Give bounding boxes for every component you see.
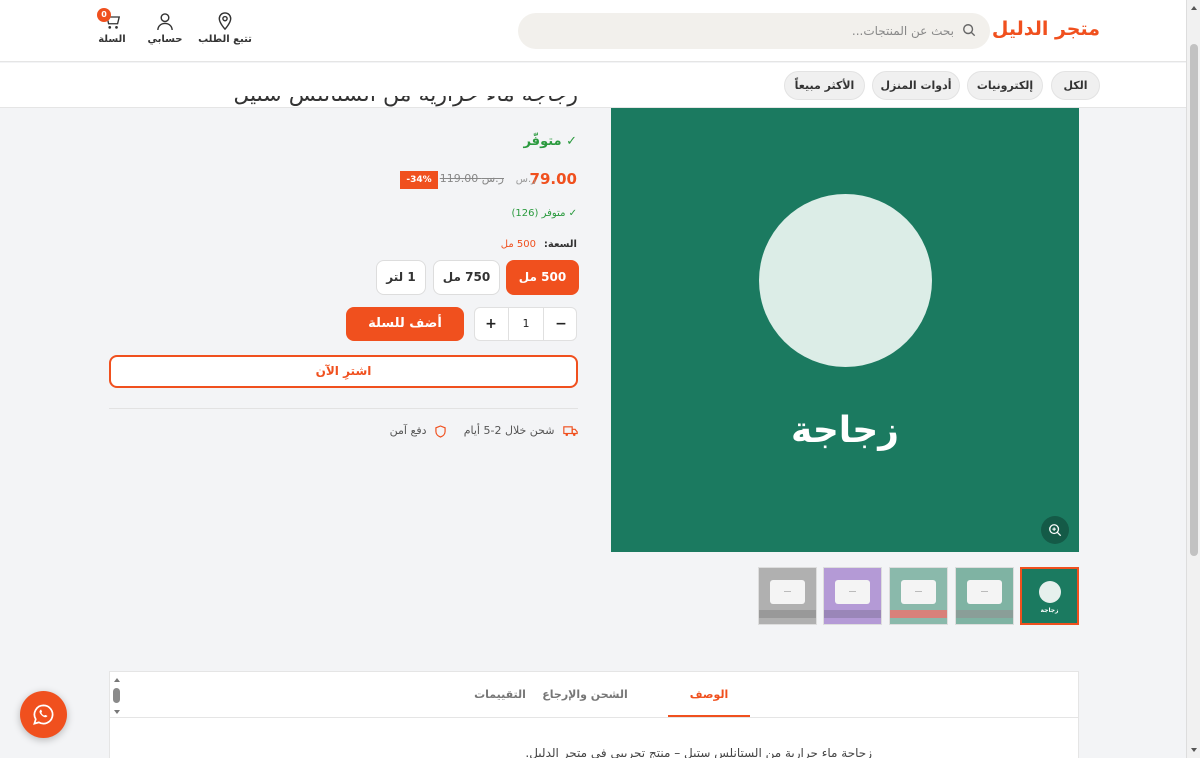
store-logo[interactable]: متجر الدليل [992,18,1100,40]
thumbnail-4[interactable] [823,567,882,625]
tabs-scroll-thumb[interactable] [113,688,120,703]
thumbnail-card [835,580,870,604]
category-home-tools[interactable]: أدوات المنزل [872,71,960,100]
add-to-cart-button[interactable]: أضف للسلة [346,307,464,341]
quantity-value[interactable]: 1 [508,308,544,340]
site-header: متجر الدليل تتبع الطلب حسابي 0 السلة [0,0,1186,62]
shipping-label: شحن خلال 2-5 أيام [463,424,555,437]
option-750ml[interactable]: 750 مل [433,260,500,295]
zoom-button[interactable] [1041,516,1069,544]
stock-count: ✓ متوفر (126) [511,208,577,219]
category-best-sellers[interactable]: الأكثر مبيعاً [784,71,865,100]
account-label: حسابي [147,34,183,45]
tab-reviews[interactable]: التقييمات [460,672,540,717]
shipping-info: شحن خلال 2-5 أيام [464,424,578,437]
track-order-button[interactable]: تتبع الطلب [197,12,253,45]
capacity-label: السعة: [543,239,577,250]
category-bar: الكل إلكترونيات أدوات المنزل الأكثر مبيع… [0,63,1186,108]
product-title: زجاجة ماء حرارية من الستانلس ستيل [233,96,578,116]
category-all[interactable]: الكل [1051,71,1100,100]
page-scrollbar[interactable] [1186,0,1200,758]
account-button[interactable]: حسابي [142,12,188,45]
track-order-label: تتبع الطلب [198,34,252,45]
thumbnail-5[interactable] [758,567,817,625]
option-1l[interactable]: 1 لتر [376,260,426,295]
thumbnail-circle [1039,581,1061,603]
cart-button[interactable]: 0 السلة [92,8,132,45]
product-tabs: الوصف الشحن والإرجاع التقييمات زجاجة ماء… [109,671,1079,758]
thumbnail-band [956,610,1013,618]
image-label: زجاجة [791,410,899,451]
tab-shipping-returns[interactable]: الشحن والإرجاع [530,672,640,717]
truck-icon [563,426,578,436]
thumbnail-band [824,610,881,618]
thumbnail-label: زجاجة [1040,607,1059,614]
qty-decrease-button[interactable]: − [545,308,577,340]
tabs-divider [110,717,1078,718]
thumbnail-band [759,610,816,618]
cart-label: السلة [98,34,126,45]
current-price: 79.00 [529,170,577,188]
category-electronics[interactable]: إلكترونيات [967,71,1043,100]
search-icon[interactable] [962,23,976,37]
search-bar[interactable] [518,13,990,49]
capacity-value: 500 مل [500,239,536,250]
secure-payment-label: دفع آمن [389,424,427,437]
whatsapp-chat-button[interactable] [20,691,67,738]
thumbnail-band [890,610,947,618]
tabs-scroll-control[interactable] [111,674,123,718]
secure-payment-info: دفع آمن [390,424,446,438]
buy-now-button[interactable]: اشترِ الآن [109,355,578,388]
discount-badge: -34% [400,171,438,189]
page-scroll-thumb[interactable] [1190,44,1198,556]
search-input[interactable] [554,13,954,49]
thumbnail-card [901,580,936,604]
product-main-image[interactable]: زجاجة [611,108,1079,552]
whatsapp-icon [33,704,54,725]
tab-description[interactable]: الوصف [668,672,750,717]
thumbnail-3[interactable] [889,567,948,625]
thumbnail-2[interactable] [955,567,1014,625]
zoom-in-icon [1049,524,1062,537]
description-text: زجاجة ماء حرارية من الستانلس ستيل – منتج… [525,746,872,758]
location-pin-icon [218,12,232,31]
cart-count-badge: 0 [97,8,111,22]
shield-icon [435,424,446,438]
thumbnail-card [967,580,1002,604]
old-price: 119.00 ر.س [439,172,504,185]
user-icon [157,13,173,31]
option-500ml[interactable]: 500 مل [506,260,579,295]
availability-status: ✓ متوفّر [523,134,577,149]
quantity-stepper: − 1 + [474,307,577,341]
qty-increase-button[interactable]: + [475,308,507,340]
divider [109,408,578,409]
thumbnail-1[interactable]: زجاجة [1020,567,1079,625]
thumbnail-card [770,580,805,604]
image-circle [759,194,932,367]
currency-label: ر.س [515,174,536,185]
